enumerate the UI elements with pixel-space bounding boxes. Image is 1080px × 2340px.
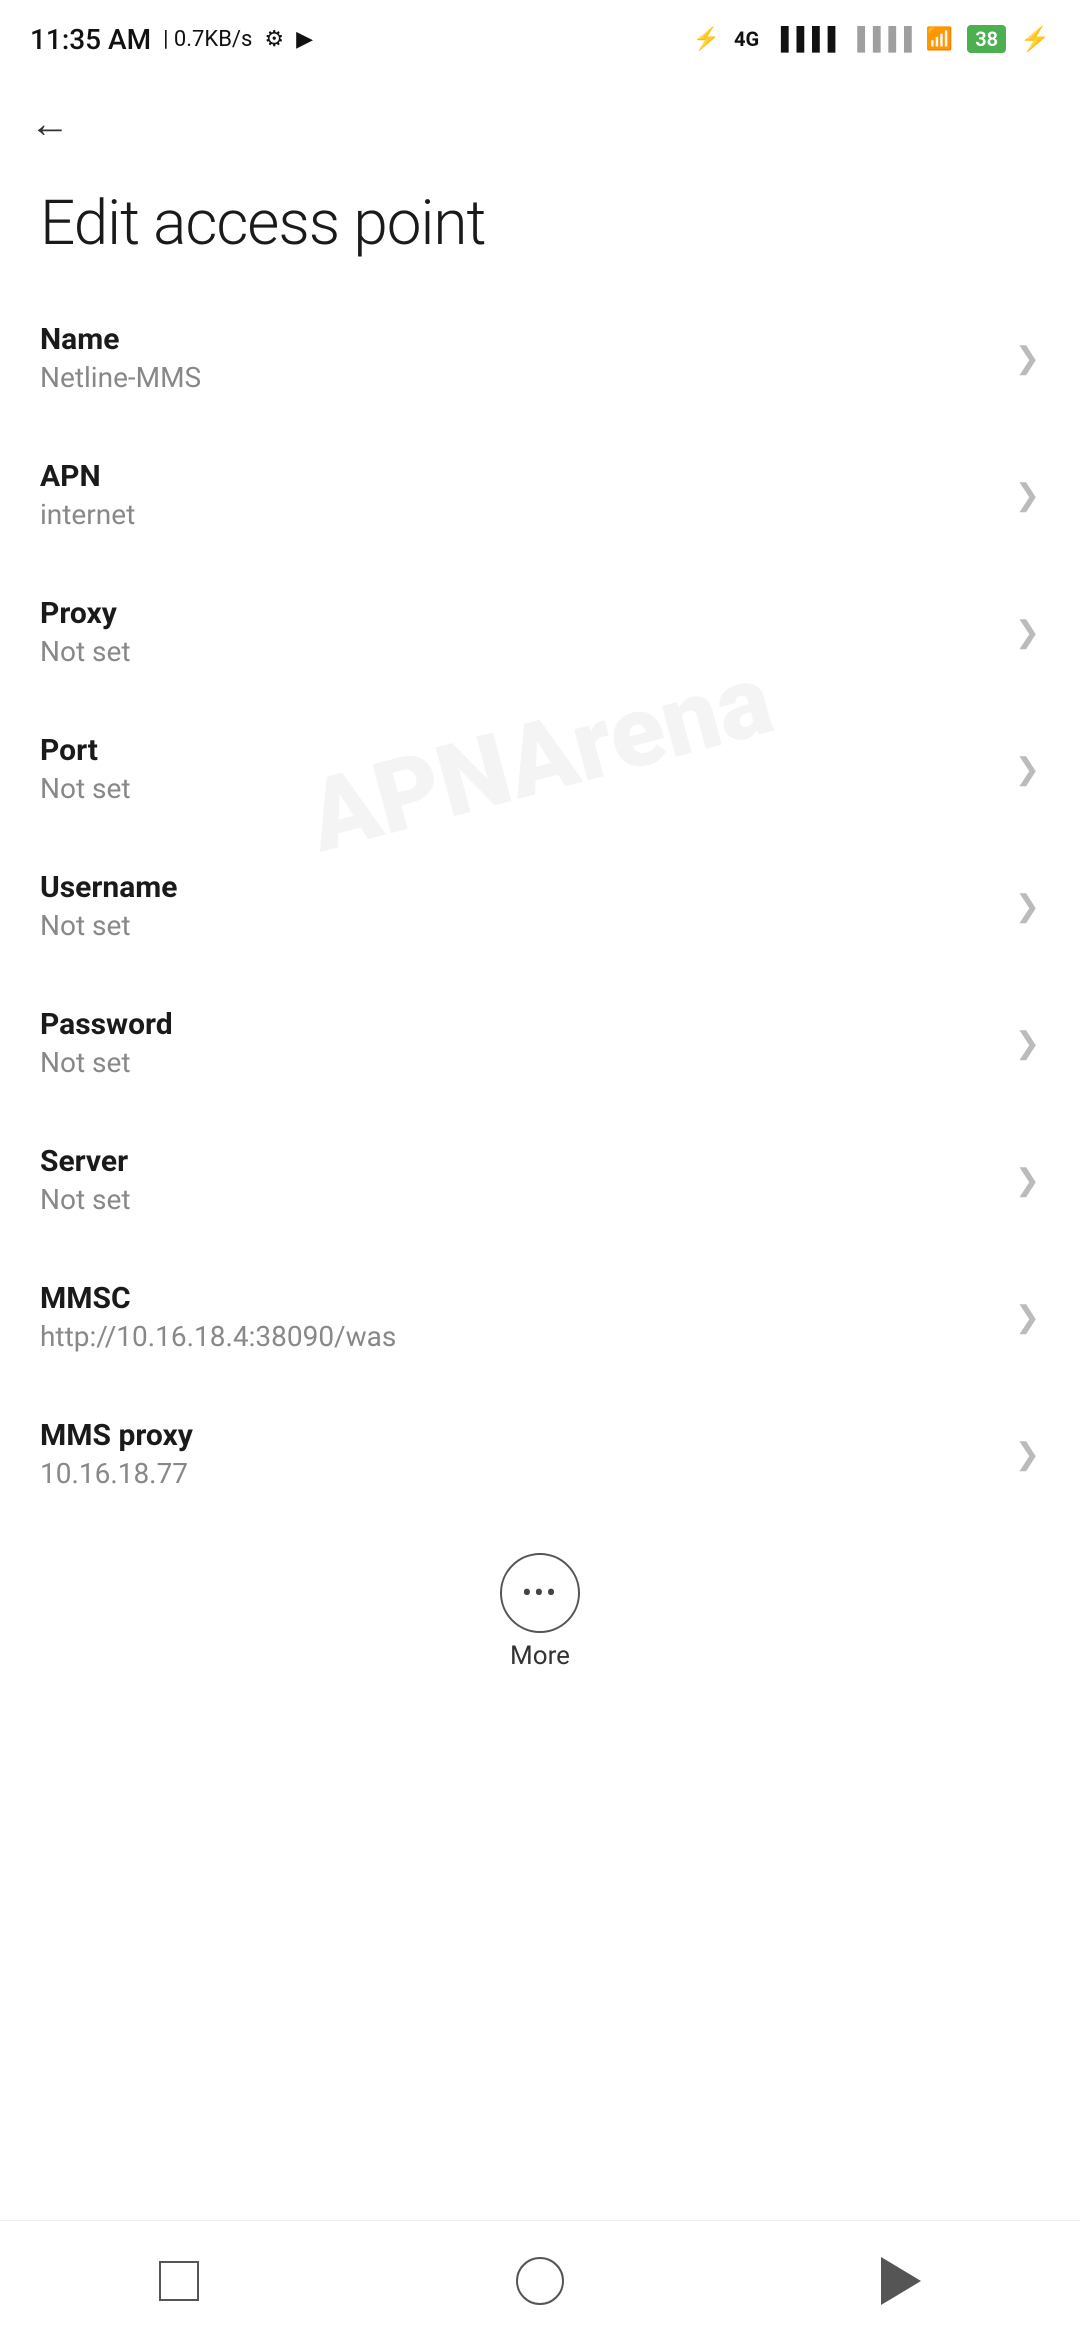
chevron-right-icon: ❯ xyxy=(1015,478,1040,513)
settings-item-content: MMSC http://10.16.18.4:38090/was xyxy=(40,1281,995,1353)
chevron-right-icon: ❯ xyxy=(1015,1163,1040,1198)
settings-icon: ⚙ xyxy=(264,27,284,52)
settings-item-content: Name Netline-MMS xyxy=(40,322,995,394)
signal-bars-2-icon: ▐▐▐▐ xyxy=(849,26,911,52)
signal-4g-icon: 4G xyxy=(734,27,759,51)
settings-value-0: Netline-MMS xyxy=(40,361,995,394)
status-right: ⚡ 4G ▐▐▐▐ ▐▐▐▐ 📶 38 ⚡ xyxy=(693,25,1050,53)
settings-label-6: Server xyxy=(40,1144,995,1179)
settings-label-8: MMS proxy xyxy=(40,1418,995,1453)
status-left: 11:35 AM | 0.7KB/s ⚙ ▶ xyxy=(30,23,313,56)
back-arrow-icon: ← xyxy=(30,100,70,147)
signal-bars-icon: ▐▐▐▐ xyxy=(773,26,835,52)
top-bar: ← xyxy=(0,70,1080,167)
chevron-right-icon: ❯ xyxy=(1015,1300,1040,1335)
settings-value-8: 10.16.18.77 xyxy=(40,1457,995,1490)
more-button[interactable]: ••• More xyxy=(0,1523,1080,1691)
settings-value-1: internet xyxy=(40,498,995,531)
settings-item-content: Server Not set xyxy=(40,1144,995,1216)
settings-item-content: Port Not set xyxy=(40,733,995,805)
settings-item-name[interactable]: Name Netline-MMS ❯ xyxy=(0,290,1080,427)
chevron-right-icon: ❯ xyxy=(1015,341,1040,376)
settings-item-content: Proxy Not set xyxy=(40,596,995,668)
settings-label-4: Username xyxy=(40,870,995,905)
battery-indicator: 38 xyxy=(967,25,1006,53)
chevron-right-icon: ❯ xyxy=(1015,752,1040,787)
status-speed: | 0.7KB/s xyxy=(163,27,252,52)
settings-item-content: Password Not set xyxy=(40,1007,995,1079)
nav-recents-button[interactable] xyxy=(139,2241,219,2321)
settings-value-6: Not set xyxy=(40,1183,995,1216)
settings-label-1: APN xyxy=(40,459,995,494)
camera-icon: ▶ xyxy=(296,27,313,52)
settings-label-3: Port xyxy=(40,733,995,768)
settings-item-mms-proxy[interactable]: MMS proxy 10.16.18.77 ❯ xyxy=(0,1386,1080,1523)
nav-back-button[interactable] xyxy=(861,2237,941,2325)
settings-value-4: Not set xyxy=(40,909,995,942)
settings-value-7: http://10.16.18.4:38090/was xyxy=(40,1320,995,1353)
more-label: More xyxy=(510,1641,570,1671)
settings-item-mmsc[interactable]: MMSC http://10.16.18.4:38090/was ❯ xyxy=(0,1249,1080,1386)
settings-item-content: APN internet xyxy=(40,459,995,531)
settings-item-proxy[interactable]: Proxy Not set ❯ xyxy=(0,564,1080,701)
settings-value-5: Not set xyxy=(40,1046,995,1079)
settings-item-password[interactable]: Password Not set ❯ xyxy=(0,975,1080,1112)
chevron-right-icon: ❯ xyxy=(1015,889,1040,924)
back-icon xyxy=(881,2257,921,2305)
settings-label-2: Proxy xyxy=(40,596,995,631)
settings-item-apn[interactable]: APN internet ❯ xyxy=(0,427,1080,564)
back-button[interactable]: ← xyxy=(30,90,70,157)
settings-list: Name Netline-MMS ❯ APN internet ❯ Proxy Not set… xyxy=(0,290,1080,1523)
settings-item-port[interactable]: Port Not set ❯ xyxy=(0,701,1080,838)
wifi-icon: 📶 xyxy=(926,27,953,52)
settings-item-username[interactable]: Username Not set ❯ xyxy=(0,838,1080,975)
settings-value-2: Not set xyxy=(40,635,995,668)
status-time: 11:35 AM xyxy=(30,23,151,56)
settings-item-server[interactable]: Server Not set ❯ xyxy=(0,1112,1080,1249)
settings-label-0: Name xyxy=(40,322,995,357)
nav-home-button[interactable] xyxy=(496,2237,584,2325)
more-dots-icon: ••• xyxy=(522,1576,558,1611)
settings-item-content: MMS proxy 10.16.18.77 xyxy=(40,1418,995,1490)
chevron-right-icon: ❯ xyxy=(1015,1026,1040,1061)
chevron-right-icon: ❯ xyxy=(1015,1437,1040,1472)
status-bar: 11:35 AM | 0.7KB/s ⚙ ▶ ⚡ 4G ▐▐▐▐ ▐▐▐▐ 📶 … xyxy=(0,0,1080,70)
settings-label-7: MMSC xyxy=(40,1281,995,1316)
charging-icon: ⚡ xyxy=(1020,25,1050,53)
settings-value-3: Not set xyxy=(40,772,995,805)
settings-label-5: Password xyxy=(40,1007,995,1042)
chevron-right-icon: ❯ xyxy=(1015,615,1040,650)
home-icon xyxy=(516,2257,564,2305)
more-circle-icon: ••• xyxy=(500,1553,580,1633)
bluetooth-icon: ⚡ xyxy=(693,27,720,52)
page-title: Edit access point xyxy=(0,167,1080,290)
settings-item-content: Username Not set xyxy=(40,870,995,942)
bottom-nav xyxy=(0,2220,1080,2340)
recents-icon xyxy=(159,2261,199,2301)
